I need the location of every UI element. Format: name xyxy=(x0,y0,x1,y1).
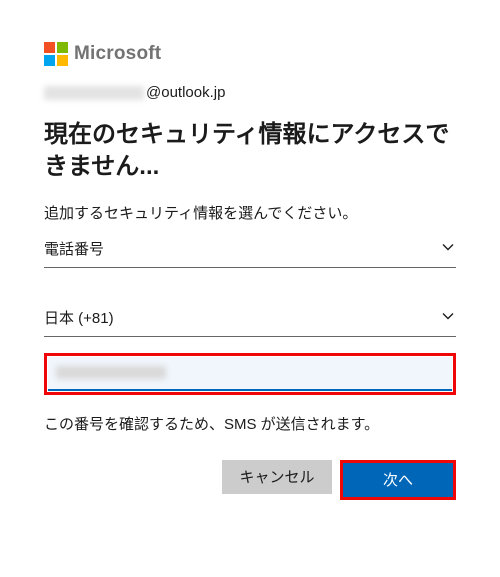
next-button[interactable]: 次へ xyxy=(343,463,453,497)
security-method-select[interactable]: 電話番号 xyxy=(44,231,456,268)
security-method-value: 電話番号 xyxy=(44,238,442,259)
microsoft-logo-icon xyxy=(44,42,68,66)
chevron-down-icon xyxy=(442,241,456,256)
phone-number-input[interactable] xyxy=(48,357,452,391)
phone-input-highlight xyxy=(44,353,456,395)
account-email: @outlook.jp xyxy=(44,84,456,101)
phone-number-hidden-value xyxy=(56,366,166,379)
page-title: 現在のセキュリティ情報にアクセスできません... xyxy=(44,119,456,184)
helper-text: この番号を確認するため、SMS が送信されます。 xyxy=(44,413,456,434)
country-code-value: 日本 (+81) xyxy=(44,307,442,328)
brand-row: Microsoft xyxy=(44,42,456,66)
next-button-highlight: 次へ xyxy=(340,460,456,500)
account-domain: @outlook.jp xyxy=(146,84,225,101)
button-row: キャンセル 次へ xyxy=(44,460,456,500)
cancel-button[interactable]: キャンセル xyxy=(222,460,332,494)
chevron-down-icon xyxy=(442,310,456,325)
country-code-select[interactable]: 日本 (+81) xyxy=(44,300,456,337)
brand-label: Microsoft xyxy=(74,43,161,65)
subtitle: 追加するセキュリティ情報を選んでください。 xyxy=(44,202,456,223)
account-prefix-hidden xyxy=(44,86,144,100)
